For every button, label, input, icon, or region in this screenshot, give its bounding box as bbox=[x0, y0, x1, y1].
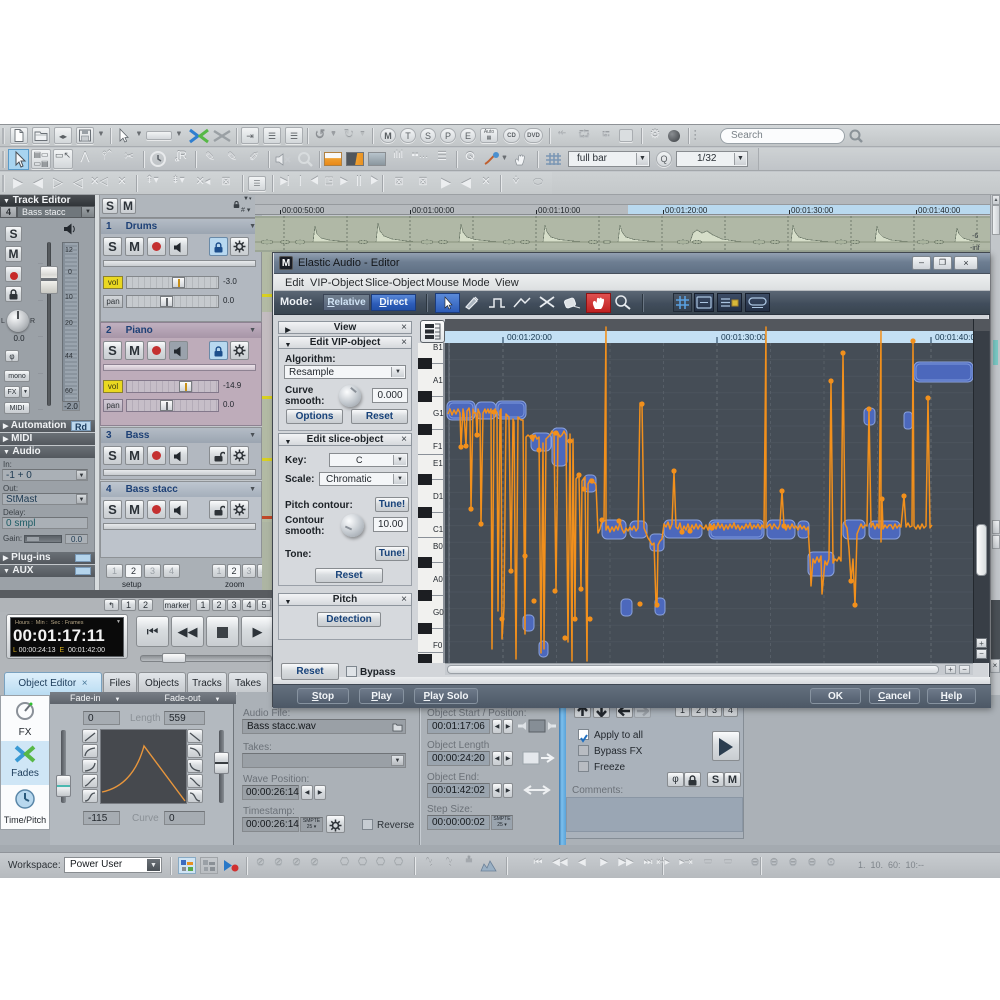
svg-text:B1: B1 bbox=[433, 343, 443, 352]
svg-text:G1: G1 bbox=[433, 409, 444, 418]
svg-text:00:01:30:00: 00:01:30:00 bbox=[721, 332, 766, 342]
svg-text:F0: F0 bbox=[433, 641, 443, 650]
svg-text:D1: D1 bbox=[433, 492, 444, 501]
svg-text:G0: G0 bbox=[433, 608, 444, 617]
svg-text:00:01:20:00: 00:01:20:00 bbox=[507, 332, 552, 342]
svg-text:C1: C1 bbox=[433, 525, 444, 534]
svg-text:B0: B0 bbox=[433, 542, 443, 551]
svg-text:F1: F1 bbox=[433, 442, 443, 451]
svg-text:A1: A1 bbox=[433, 376, 443, 385]
svg-text:E1: E1 bbox=[433, 459, 443, 468]
svg-text:A0: A0 bbox=[433, 575, 443, 584]
svg-text:00:01:40:0: 00:01:40:0 bbox=[935, 332, 973, 342]
